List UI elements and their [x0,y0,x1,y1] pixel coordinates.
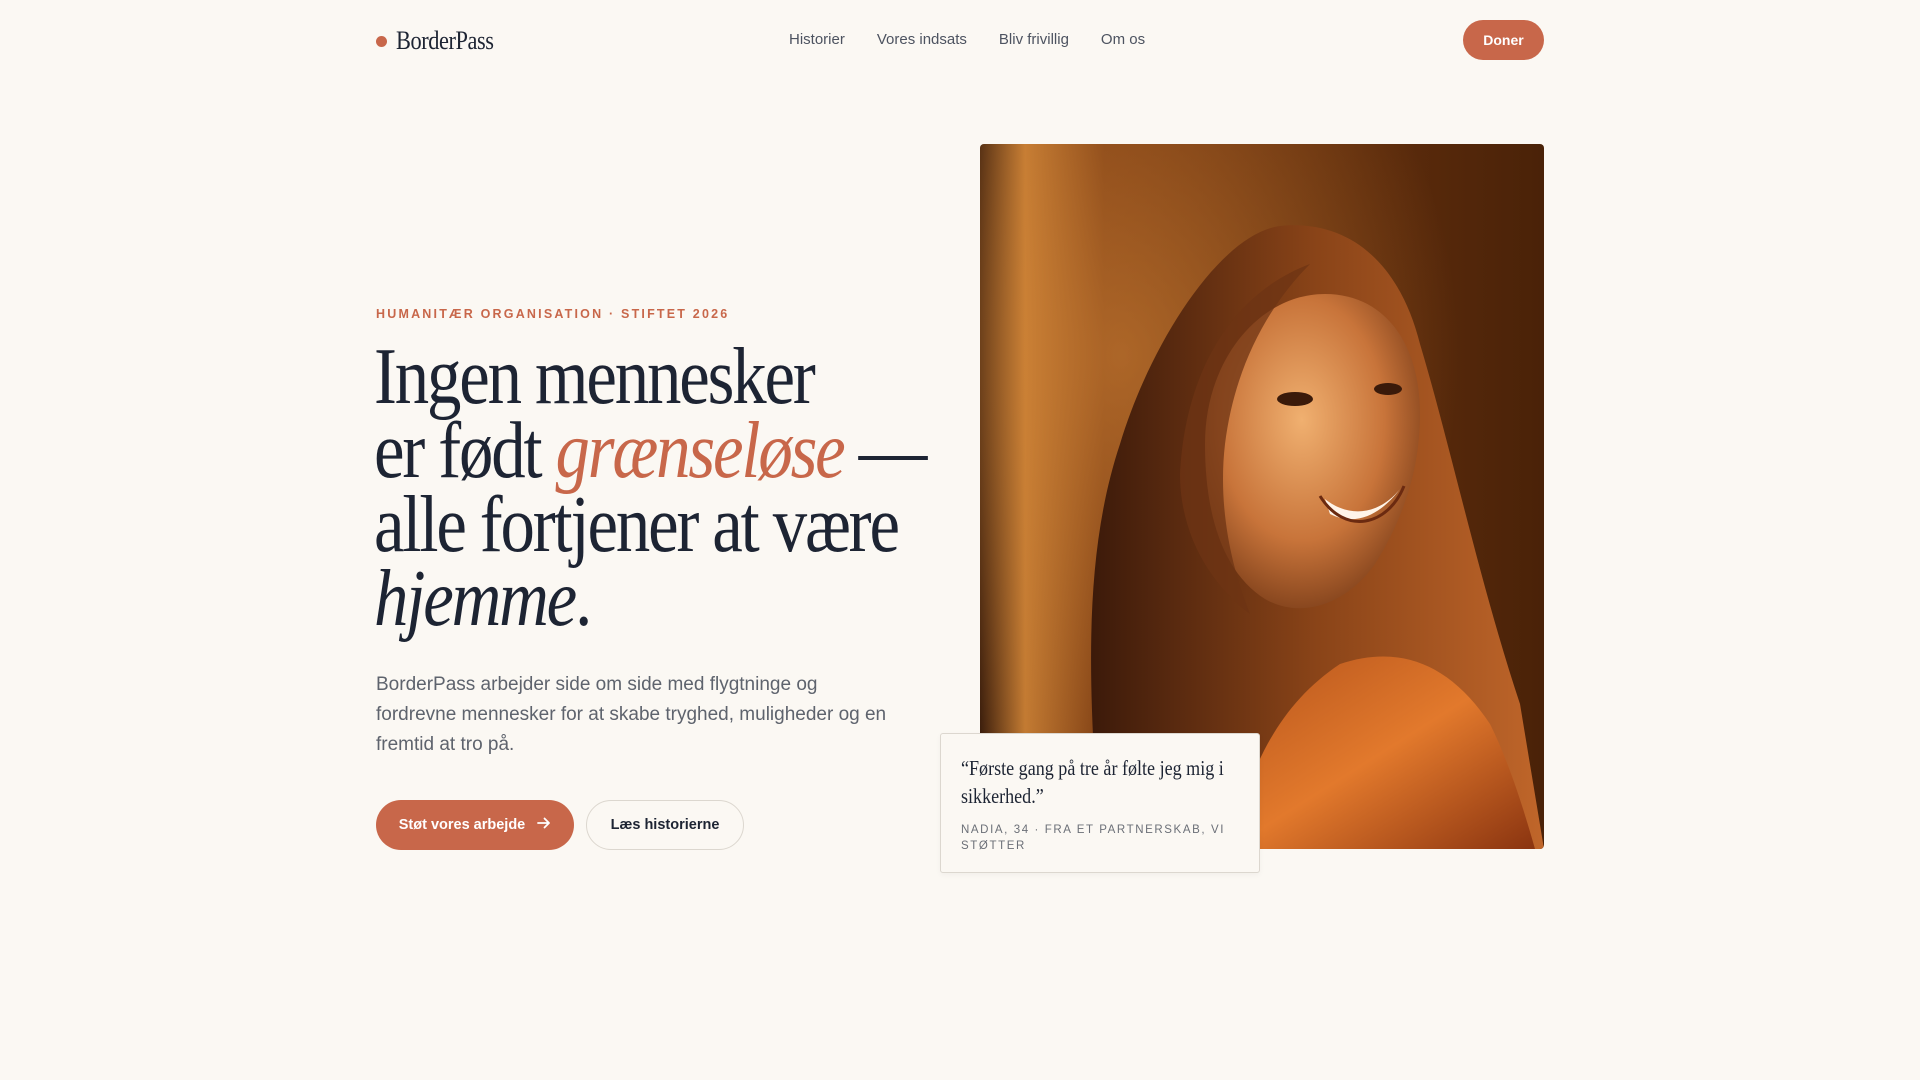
logo-dot-icon [376,35,387,47]
testimonial-card: “Første gang på tre år følte jeg mig i s… [940,733,1260,873]
headline-italic-word: hjemme [374,555,577,643]
support-button[interactable]: Støt vores arbejde [376,800,574,850]
site-header: BorderPass Historier Vores indsats Bliv … [0,0,1920,80]
testimonial-quote: “Første gang på tre år følte jeg mig i s… [961,756,1224,808]
nav-link-historier[interactable]: Historier [789,31,845,48]
read-stories-button[interactable]: Læs historierne [586,800,744,850]
hero-eyebrow: HUMANITÆR ORGANISATION · STIFTET 2026 [376,307,730,321]
nav-link-bliv-frivillig[interactable]: Bliv frivillig [999,31,1069,48]
hero-lede: BorderPass arbejder side om side med fly… [376,674,887,755]
headline-line-4-end: . [575,555,592,643]
support-button-label: Støt vores arbejde [398,817,526,833]
main-nav: Historier Vores indsats Bliv frivillig O… [789,31,1145,48]
nav-link-om-os[interactable]: Om os [1101,31,1145,48]
hero-headline: Ingen mennesker er født grænseløse — all… [374,337,927,639]
logo[interactable]: BorderPass [376,26,509,56]
arrow-right-icon [537,817,551,833]
testimonial-attribution: NADIA, 34 · FRA ET PARTNERSKAB, VI STØTT… [961,824,1226,852]
nav-link-vores-indsats[interactable]: Vores indsats [877,31,967,48]
donate-button[interactable]: Doner [1463,20,1544,60]
logo-text: BorderPass [396,26,494,55]
